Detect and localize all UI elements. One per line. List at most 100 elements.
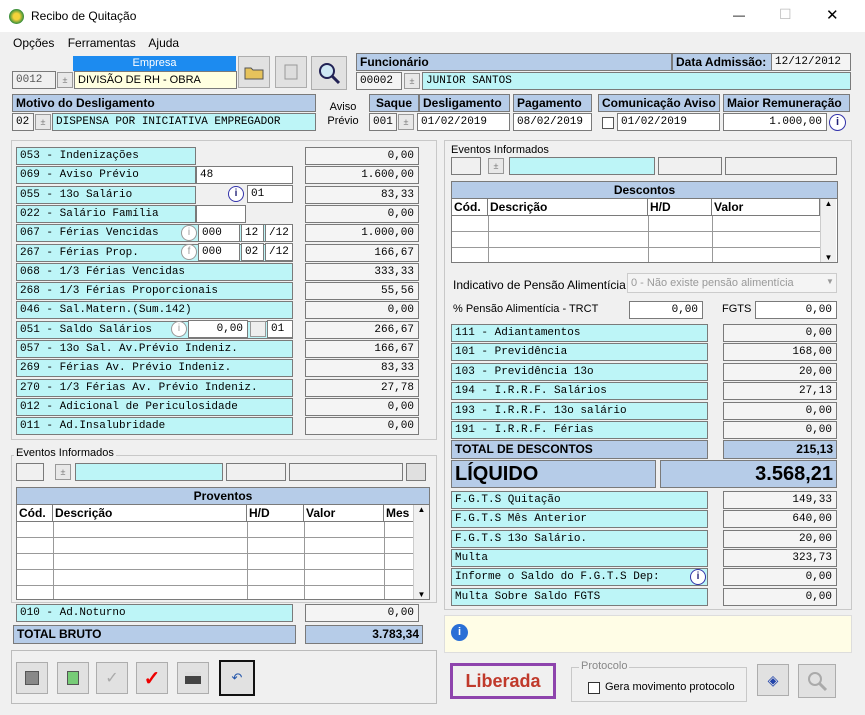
pensao-pct-value[interactable]: 0,00: [629, 301, 703, 319]
provento-value[interactable]: 0,00: [305, 147, 419, 165]
ferias-prop-total[interactable]: /12: [265, 243, 293, 261]
eventos-left-mes[interactable]: [406, 463, 426, 481]
provento-value[interactable]: 166,67: [305, 244, 419, 262]
provento-value[interactable]: 1.000,00: [305, 224, 419, 242]
pensao-dropdown-icon[interactable]: ▼: [826, 277, 834, 286]
funcionario-lookup-icon[interactable]: ±: [404, 73, 420, 89]
eventos-right-code[interactable]: [451, 157, 481, 175]
scroll-down-icon[interactable]: ▼: [821, 253, 836, 262]
scroll-up-icon[interactable]: ▲: [414, 505, 429, 514]
ad-noturno-value[interactable]: 0,00: [305, 604, 419, 622]
eventos-left-valor[interactable]: [289, 463, 403, 481]
decimo-meses[interactable]: 01: [247, 185, 293, 203]
fgts-value[interactable]: 149,33: [723, 491, 837, 509]
ferias-vencidas-dias[interactable]: 000: [198, 224, 240, 242]
desconto-value[interactable]: 0,00: [723, 421, 837, 439]
save-button[interactable]: [16, 662, 48, 694]
provento-value[interactable]: 0,00: [305, 417, 419, 435]
motivo-code[interactable]: 02: [12, 113, 34, 131]
search-button[interactable]: [311, 56, 347, 90]
menu-opcoes[interactable]: Opções: [13, 36, 54, 50]
provento-value[interactable]: 0,00: [305, 398, 419, 416]
protocolo-checkbox[interactable]: [588, 682, 600, 694]
provento-value[interactable]: 166,67: [305, 340, 419, 358]
minimize-button[interactable]: —: [733, 8, 745, 22]
eventos-left-desc[interactable]: [75, 463, 223, 481]
info-button-icon[interactable]: i: [829, 114, 846, 131]
eventos-right-lookup-icon[interactable]: ±: [488, 158, 504, 174]
confirm-button[interactable]: ✓: [96, 662, 128, 694]
funcionario-code[interactable]: 00002: [356, 72, 402, 90]
provento-value[interactable]: 1.600,00: [305, 166, 419, 184]
empresa-lookup-icon[interactable]: ±: [57, 72, 73, 88]
provento-value[interactable]: 83,33: [305, 186, 419, 204]
descontos-scrollbar[interactable]: ▲ ▼: [820, 199, 836, 262]
eventos-right-desc[interactable]: [509, 157, 655, 175]
maximize-button[interactable]: ☐: [779, 6, 792, 23]
menu-ajuda[interactable]: Ajuda: [148, 36, 179, 50]
maior-remuneracao-value[interactable]: 1.000,00: [723, 113, 827, 131]
fgts-value[interactable]: 20,00: [723, 530, 837, 548]
provento-value[interactable]: 0,00: [305, 205, 419, 223]
salario-familia-extra[interactable]: [196, 205, 246, 223]
saque-lookup-icon[interactable]: ±: [398, 114, 414, 130]
descontos-grid[interactable]: Descontos Cód. Descrição H/D Valor ▲ ▼: [451, 181, 838, 263]
desligamento-date[interactable]: 01/02/2019: [417, 113, 510, 131]
eventos-left-hd[interactable]: [226, 463, 286, 481]
pensao-select[interactable]: 0 - Não existe pensão alimentícia: [627, 273, 837, 293]
provento-value[interactable]: 55,56: [305, 282, 419, 300]
search-disabled-button[interactable]: [798, 664, 836, 698]
empresa-code[interactable]: 0012: [12, 71, 56, 89]
fgts-value[interactable]: 640,00: [723, 510, 837, 528]
saldo-salarios-valor[interactable]: 0,00: [188, 320, 248, 338]
release-button[interactable]: ✓: [136, 662, 168, 694]
report-button[interactable]: [275, 56, 307, 88]
info-saldo-fgts-icon[interactable]: i: [690, 569, 706, 585]
ferias-prop-dias[interactable]: 000: [198, 243, 240, 261]
eventos-right-valor[interactable]: [725, 157, 837, 175]
fgts-value[interactable]: 0,00: [755, 301, 837, 319]
delete-button[interactable]: [57, 662, 89, 694]
undo-button[interactable]: ↶: [219, 660, 255, 696]
comunicacao-checkbox[interactable]: [602, 117, 614, 129]
provento-value[interactable]: 266,67: [305, 321, 419, 339]
desconto-value[interactable]: 168,00: [723, 343, 837, 361]
motivo-lookup-icon[interactable]: ±: [35, 114, 51, 130]
fgts-value[interactable]: 0,00: [723, 568, 837, 586]
scroll-down-icon[interactable]: ▼: [414, 590, 429, 599]
provento-value[interactable]: 333,33: [305, 263, 419, 281]
eventos-left-lookup-icon[interactable]: ±: [55, 464, 71, 480]
provento-value[interactable]: 83,33: [305, 359, 419, 377]
desconto-value[interactable]: 20,00: [723, 363, 837, 381]
menu-ferramentas[interactable]: Ferramentas: [68, 36, 136, 50]
ferias-prop-meses[interactable]: 02: [241, 243, 264, 261]
fgts-value[interactable]: 0,00: [723, 588, 837, 606]
print-button[interactable]: [177, 662, 209, 694]
saldo-salarios-dias[interactable]: 01: [267, 320, 293, 338]
motivo-name[interactable]: DISPENSA POR INICIATIVA EMPREGADOR: [52, 113, 316, 131]
data-admissao-field[interactable]: 12/12/2012: [771, 53, 851, 71]
proventos-grid[interactable]: Proventos Cód. Descrição H/D Valor Mes ▲…: [16, 487, 430, 600]
fgts-value[interactable]: 323,73: [723, 549, 837, 567]
aviso-dias[interactable]: 48: [196, 166, 293, 184]
saque-code[interactable]: 001: [369, 113, 397, 131]
ferias-prop-icon[interactable]: f: [181, 244, 197, 260]
desconto-value[interactable]: 0,00: [723, 402, 837, 420]
funcionario-name[interactable]: JUNIOR SANTOS: [422, 72, 851, 90]
empresa-name[interactable]: DIVISÃO DE RH - OBRA: [74, 71, 237, 89]
ferias-vencidas-meses[interactable]: 12: [241, 224, 264, 242]
close-button[interactable]: ✕: [826, 6, 839, 24]
scroll-up-icon[interactable]: ▲: [821, 199, 836, 208]
comunicacao-date[interactable]: 01/02/2019: [617, 113, 720, 131]
provento-value[interactable]: 27,78: [305, 379, 419, 397]
eventos-right-hd[interactable]: [658, 157, 722, 175]
proventos-scrollbar[interactable]: ▲ ▼: [413, 505, 429, 599]
protocolo-button[interactable]: ◈: [757, 664, 789, 696]
pagamento-date[interactable]: 08/02/2019: [513, 113, 592, 131]
desconto-value[interactable]: 0,00: [723, 324, 837, 342]
info-13o-icon[interactable]: i: [228, 186, 244, 202]
info-ferias-icon[interactable]: i: [181, 225, 197, 241]
info-saldo-icon[interactable]: i: [171, 321, 187, 337]
provento-value[interactable]: 0,00: [305, 301, 419, 319]
eventos-left-code[interactable]: [16, 463, 44, 481]
